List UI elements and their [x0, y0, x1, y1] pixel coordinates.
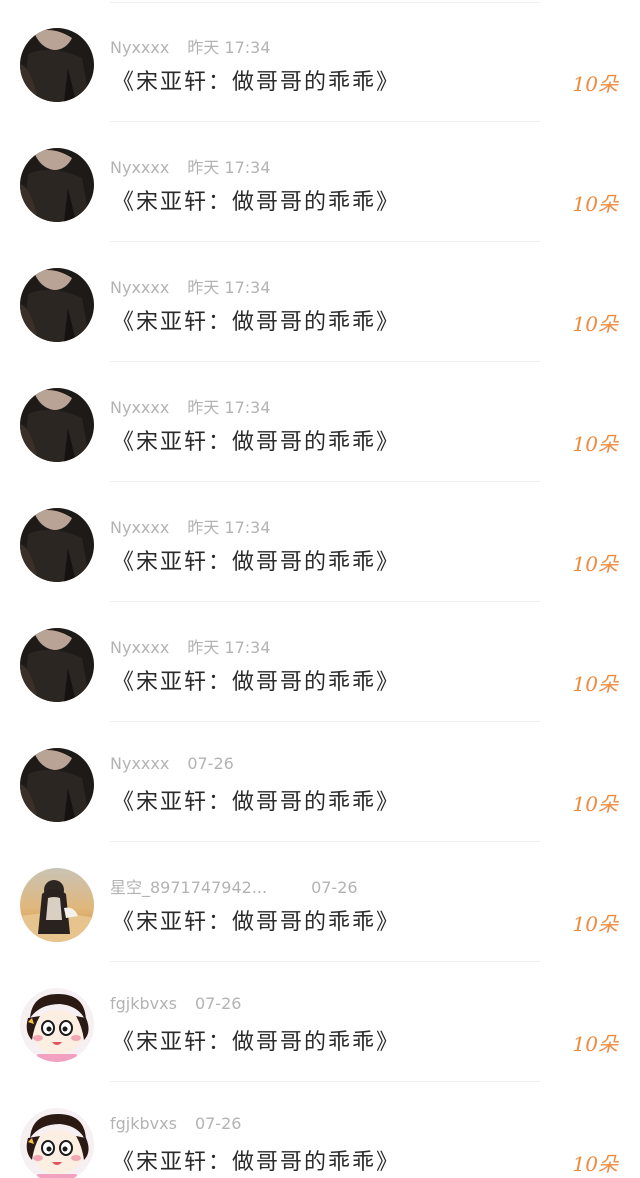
gift-message: 《宋亚轩：做哥哥的乖乖》	[112, 310, 401, 335]
username[interactable]: Nyxxxx	[110, 38, 169, 57]
timestamp: 昨天 17:34	[187, 278, 271, 297]
item-meta: Nyxxxx 昨天 17:34	[110, 514, 271, 538]
item-meta: Nyxxxx 07-26	[110, 754, 234, 778]
gift-message: 《宋亚轩：做哥哥的乖乖》	[112, 1030, 401, 1055]
item-meta: Nyxxxx 昨天 17:34	[110, 34, 271, 58]
avatar[interactable]	[20, 988, 94, 1062]
item-meta: Nyxxxx 昨天 17:34	[110, 634, 271, 658]
dark-photo-avatar-icon	[20, 628, 94, 702]
username[interactable]: Nyxxxx	[110, 398, 169, 417]
username[interactable]: Nyxxxx	[110, 754, 169, 773]
timestamp: 07-26	[311, 878, 358, 897]
list-item[interactable]: Nyxxxx 昨天 17:34 《宋亚轩：做哥哥的乖乖》 10朵	[0, 242, 640, 362]
gift-count: 10朵	[572, 1152, 618, 1176]
username[interactable]: fgjkbvxs	[110, 1114, 177, 1133]
cartoon-girl-avatar-icon	[20, 1108, 94, 1178]
timestamp: 07-26	[194, 1114, 242, 1133]
avatar[interactable]	[20, 628, 94, 702]
list-item[interactable]: Nyxxxx 昨天 17:34 《宋亚轩：做哥哥的乖乖》 10朵	[0, 362, 640, 482]
dark-photo-avatar-icon	[20, 748, 94, 822]
dark-photo-avatar-icon	[20, 268, 94, 342]
list-item[interactable]: Nyxxxx 昨天 17:34 《宋亚轩：做哥哥的乖乖》 10朵	[0, 602, 640, 722]
list-item[interactable]: fgjkbvxs 07-26 《宋亚轩：做哥哥的乖乖》 10朵	[0, 1082, 640, 1178]
list-item[interactable]: fgjkbvxs 07-26 《宋亚轩：做哥哥的乖乖》 10朵	[0, 962, 640, 1082]
avatar[interactable]	[20, 268, 94, 342]
list-item[interactable]: 星空_8971747942... 07-26 《宋亚轩：做哥哥的乖乖》 10朵	[0, 842, 640, 962]
timestamp: 昨天 17:34	[187, 638, 271, 657]
timestamp: 07-26	[187, 754, 234, 773]
dark-photo-avatar-icon	[20, 148, 94, 222]
avatar[interactable]	[20, 868, 94, 942]
gift-message: 《宋亚轩：做哥哥的乖乖》	[112, 670, 401, 695]
list-item[interactable]: Nyxxxx 昨天 17:34 《宋亚轩：做哥哥的乖乖》 10朵	[0, 482, 640, 602]
gift-count: 10朵	[572, 432, 618, 456]
gift-count: 10朵	[572, 672, 618, 696]
list-item[interactable]: Nyxxxx 昨天 17:34 《宋亚轩：做哥哥的乖乖》 10朵	[0, 122, 640, 242]
gift-count: 10朵	[572, 72, 618, 96]
timestamp: 昨天 17:34	[187, 38, 271, 57]
list-item[interactable]: Nyxxxx 昨天 17:34 《宋亚轩：做哥哥的乖乖》 10朵	[0, 2, 640, 122]
avatar[interactable]	[20, 1108, 94, 1178]
dark-photo-avatar-icon	[20, 508, 94, 582]
gift-message: 《宋亚轩：做哥哥的乖乖》	[112, 190, 401, 215]
sunset-girl-avatar-icon	[20, 868, 94, 942]
username[interactable]: 星空_8971747942...	[110, 874, 267, 898]
gift-message: 《宋亚轩：做哥哥的乖乖》	[112, 430, 401, 455]
gift-message: 《宋亚轩：做哥哥的乖乖》	[112, 1150, 401, 1175]
gift-count: 10朵	[572, 792, 618, 816]
avatar[interactable]	[20, 148, 94, 222]
timestamp: 07-26	[194, 994, 242, 1013]
username[interactable]: Nyxxxx	[110, 518, 169, 537]
gift-message: 《宋亚轩：做哥哥的乖乖》	[112, 790, 401, 815]
gift-count: 10朵	[572, 312, 618, 336]
gift-count: 10朵	[572, 912, 618, 936]
item-meta: fgjkbvxs 07-26	[110, 1114, 241, 1138]
item-meta: fgjkbvxs 07-26	[110, 994, 241, 1018]
item-meta: Nyxxxx 昨天 17:34	[110, 274, 271, 298]
dark-photo-avatar-icon	[20, 28, 94, 102]
list-item[interactable]: Nyxxxx 07-26 《宋亚轩：做哥哥的乖乖》 10朵	[0, 722, 640, 842]
gift-message: 《宋亚轩：做哥哥的乖乖》	[112, 910, 401, 935]
avatar[interactable]	[20, 748, 94, 822]
avatar[interactable]	[20, 28, 94, 102]
avatar[interactable]	[20, 388, 94, 462]
timestamp: 昨天 17:34	[187, 518, 271, 537]
gift-count: 10朵	[572, 552, 618, 576]
gift-record-list: Nyxxxx 昨天 17:34 《宋亚轩：做哥哥的乖乖》 10朵 Nyxxxx 昨天…	[0, 0, 640, 1178]
cartoon-girl-avatar-icon	[20, 988, 94, 1062]
username[interactable]: Nyxxxx	[110, 158, 169, 177]
username[interactable]: fgjkbvxs	[110, 994, 177, 1013]
gift-message: 《宋亚轩：做哥哥的乖乖》	[112, 70, 401, 95]
username[interactable]: Nyxxxx	[110, 638, 169, 657]
timestamp: 昨天 17:34	[187, 158, 271, 177]
avatar[interactable]	[20, 508, 94, 582]
timestamp: 昨天 17:34	[187, 398, 271, 417]
item-meta: Nyxxxx 昨天 17:34	[110, 394, 271, 418]
gift-count: 10朵	[572, 1032, 618, 1056]
item-meta: 星空_8971747942... 07-26	[110, 874, 358, 898]
item-meta: Nyxxxx 昨天 17:34	[110, 154, 271, 178]
username[interactable]: Nyxxxx	[110, 278, 169, 297]
gift-count: 10朵	[572, 192, 618, 216]
gift-message: 《宋亚轩：做哥哥的乖乖》	[112, 550, 401, 575]
dark-photo-avatar-icon	[20, 388, 94, 462]
